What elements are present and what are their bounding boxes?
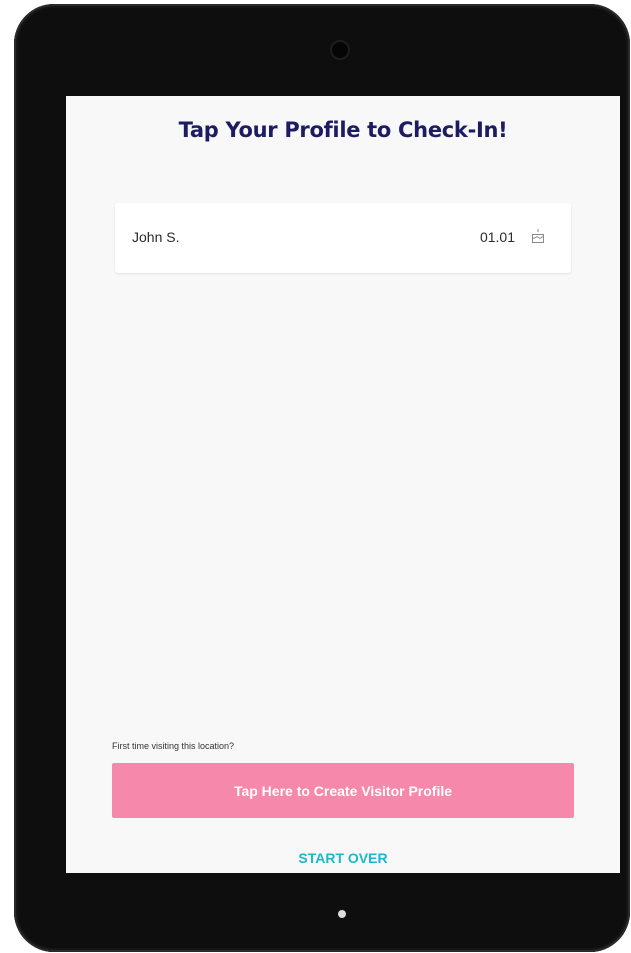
page-title: Tap Your Profile to Check-In! <box>178 118 508 142</box>
front-camera <box>332 42 348 58</box>
profile-birthday: 01.01 <box>479 229 515 245</box>
profile-card-john-s[interactable]: John S. 01.01 <box>115 203 571 273</box>
home-button <box>338 910 346 918</box>
profile-name: John S. <box>132 229 180 245</box>
tablet-frame: Tap Your Profile to Check-In! John S. 01… <box>14 4 630 952</box>
kiosk-screen: Tap Your Profile to Check-In! John S. 01… <box>66 96 620 873</box>
birthday-cake-icon <box>531 228 545 244</box>
start-over-link[interactable]: START OVER <box>66 850 620 866</box>
first-time-label: First time visiting this location? <box>112 741 235 751</box>
create-visitor-profile-button[interactable]: Tap Here to Create Visitor Profile <box>112 763 574 818</box>
